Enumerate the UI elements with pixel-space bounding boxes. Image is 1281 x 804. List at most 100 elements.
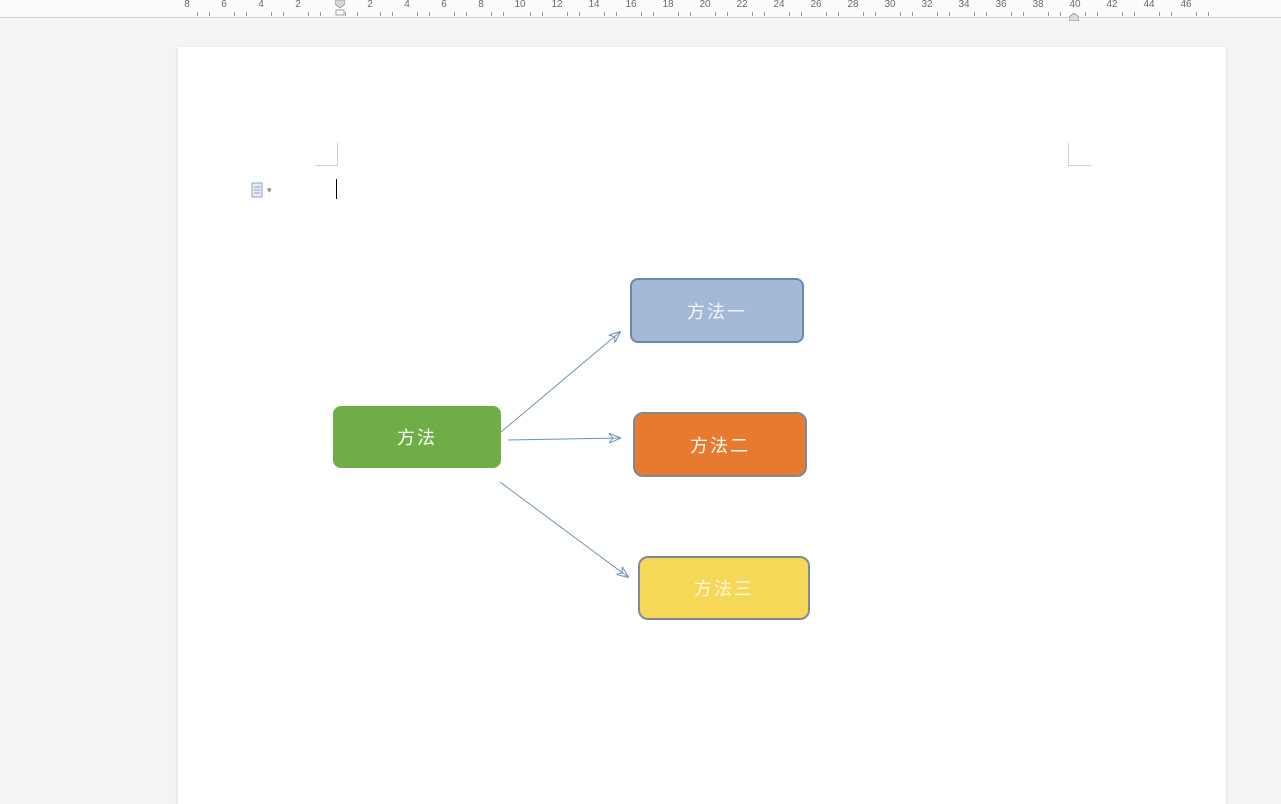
- ruler-tick: 38: [1032, 0, 1043, 10]
- ruler-tick: 18: [662, 0, 673, 10]
- ruler-minor-tick: [567, 12, 568, 16]
- ruler-minor-tick: [283, 12, 284, 16]
- ruler-tick: 42: [1106, 0, 1117, 10]
- node-label: 方法一: [687, 298, 747, 324]
- ruler-tick: 40: [1069, 0, 1080, 10]
- chevron-down-icon: ▾: [267, 185, 272, 196]
- indent-marker-icon[interactable]: [335, 0, 345, 16]
- ruler-minor-tick: [752, 12, 753, 16]
- ruler-minor-tick: [466, 12, 467, 16]
- ruler-minor-tick: [1208, 12, 1209, 16]
- ruler-minor-tick: [1196, 12, 1197, 16]
- ruler-minor-tick: [949, 12, 950, 16]
- ruler-minor-tick: [1159, 12, 1160, 16]
- ruler-minor-tick: [678, 12, 679, 16]
- node-label: 方法二: [690, 432, 750, 458]
- horizontal-ruler[interactable]: 8642246810121416182022242628303234363840…: [0, 0, 1281, 18]
- ruler-minor-tick: [690, 12, 691, 16]
- ruler-minor-tick: [1085, 12, 1086, 16]
- ruler-minor-tick: [197, 12, 198, 16]
- paste-options-button[interactable]: ▾: [251, 182, 272, 198]
- ruler-tick: 10: [514, 0, 525, 10]
- ruler-minor-tick: [863, 12, 864, 16]
- ruler-tick: 6: [441, 0, 447, 10]
- ruler-minor-tick: [801, 12, 802, 16]
- diagram-node-child-1[interactable]: 方法一: [630, 278, 804, 343]
- ruler-minor-tick: [234, 12, 235, 16]
- diagram-node-root[interactable]: 方法: [333, 406, 501, 468]
- ruler-minor-tick: [789, 12, 790, 16]
- ruler-minor-tick: [715, 12, 716, 16]
- ruler-tick: 2: [367, 0, 373, 10]
- ruler-minor-tick: [1134, 12, 1135, 16]
- ruler-minor-tick: [530, 12, 531, 16]
- ruler-tick: 20: [699, 0, 710, 10]
- ruler-minor-tick: [653, 12, 654, 16]
- document-icon: [251, 182, 265, 198]
- ruler-tick: 46: [1180, 0, 1191, 10]
- ruler-tick: 34: [958, 0, 969, 10]
- ruler-minor-tick: [875, 12, 876, 16]
- ruler-tick: 22: [736, 0, 747, 10]
- ruler-minor-tick: [503, 12, 504, 16]
- ruler-tick: 14: [588, 0, 599, 10]
- ruler-minor-tick: [1097, 12, 1098, 16]
- ruler-minor-tick: [1122, 12, 1123, 16]
- ruler-tick: 8: [184, 0, 190, 10]
- ruler-tick: 12: [551, 0, 562, 10]
- text-cursor: [336, 179, 337, 199]
- ruler-minor-tick: [320, 12, 321, 16]
- ruler-minor-tick: [542, 12, 543, 16]
- ruler-minor-tick: [345, 12, 346, 16]
- ruler-minor-tick: [616, 12, 617, 16]
- ruler-minor-tick: [491, 12, 492, 16]
- ruler-minor-tick: [380, 12, 381, 16]
- margin-corner-top-left: [315, 143, 338, 166]
- ruler-minor-tick: [764, 12, 765, 16]
- ruler-tick: 6: [221, 0, 227, 10]
- ruler-minor-tick: [937, 12, 938, 16]
- document-page[interactable]: ▾ 方法 方法一 方法二 方法三: [178, 47, 1226, 804]
- ruler-minor-tick: [826, 12, 827, 16]
- ruler-tick: 26: [810, 0, 821, 10]
- ruler-minor-tick: [974, 12, 975, 16]
- ruler-minor-tick: [246, 12, 247, 16]
- diagram-node-child-2[interactable]: 方法二: [633, 412, 807, 477]
- ruler-tick: 4: [404, 0, 410, 10]
- ruler-minor-tick: [1023, 12, 1024, 16]
- ruler-tick: 8: [478, 0, 484, 10]
- ruler-minor-tick: [912, 12, 913, 16]
- margin-corner-top-right: [1068, 143, 1091, 166]
- ruler-minor-tick: [900, 12, 901, 16]
- ruler-minor-tick: [604, 12, 605, 16]
- ruler-tick: 16: [625, 0, 636, 10]
- node-label: 方法: [397, 424, 437, 450]
- ruler-minor-tick: [1048, 12, 1049, 16]
- ruler-tick: 24: [773, 0, 784, 10]
- ruler-minor-tick: [209, 12, 210, 16]
- diagram-node-child-3[interactable]: 方法三: [638, 556, 810, 620]
- ruler-minor-tick: [838, 12, 839, 16]
- ruler-minor-tick: [579, 12, 580, 16]
- ruler-minor-tick: [986, 12, 987, 16]
- ruler-tick: 4: [258, 0, 264, 10]
- ruler-tick: 44: [1143, 0, 1154, 10]
- ruler-tick: 28: [847, 0, 858, 10]
- ruler-minor-tick: [271, 12, 272, 16]
- ruler-minor-tick: [308, 12, 309, 16]
- ruler-minor-tick: [1060, 12, 1061, 16]
- ruler-minor-tick: [429, 12, 430, 16]
- node-label: 方法三: [694, 575, 754, 601]
- right-indent-marker-icon[interactable]: [1069, 8, 1079, 26]
- ruler-minor-tick: [454, 12, 455, 16]
- ruler-minor-tick: [417, 12, 418, 16]
- ruler-minor-tick: [1171, 12, 1172, 16]
- ruler-minor-tick: [1011, 12, 1012, 16]
- ruler-tick: 2: [295, 0, 301, 10]
- ruler-minor-tick: [727, 12, 728, 16]
- ruler-minor-tick: [357, 12, 358, 16]
- ruler-tick: 32: [921, 0, 932, 10]
- ruler-minor-tick: [641, 12, 642, 16]
- ruler-tick: 36: [995, 0, 1006, 10]
- ruler-tick: 30: [884, 0, 895, 10]
